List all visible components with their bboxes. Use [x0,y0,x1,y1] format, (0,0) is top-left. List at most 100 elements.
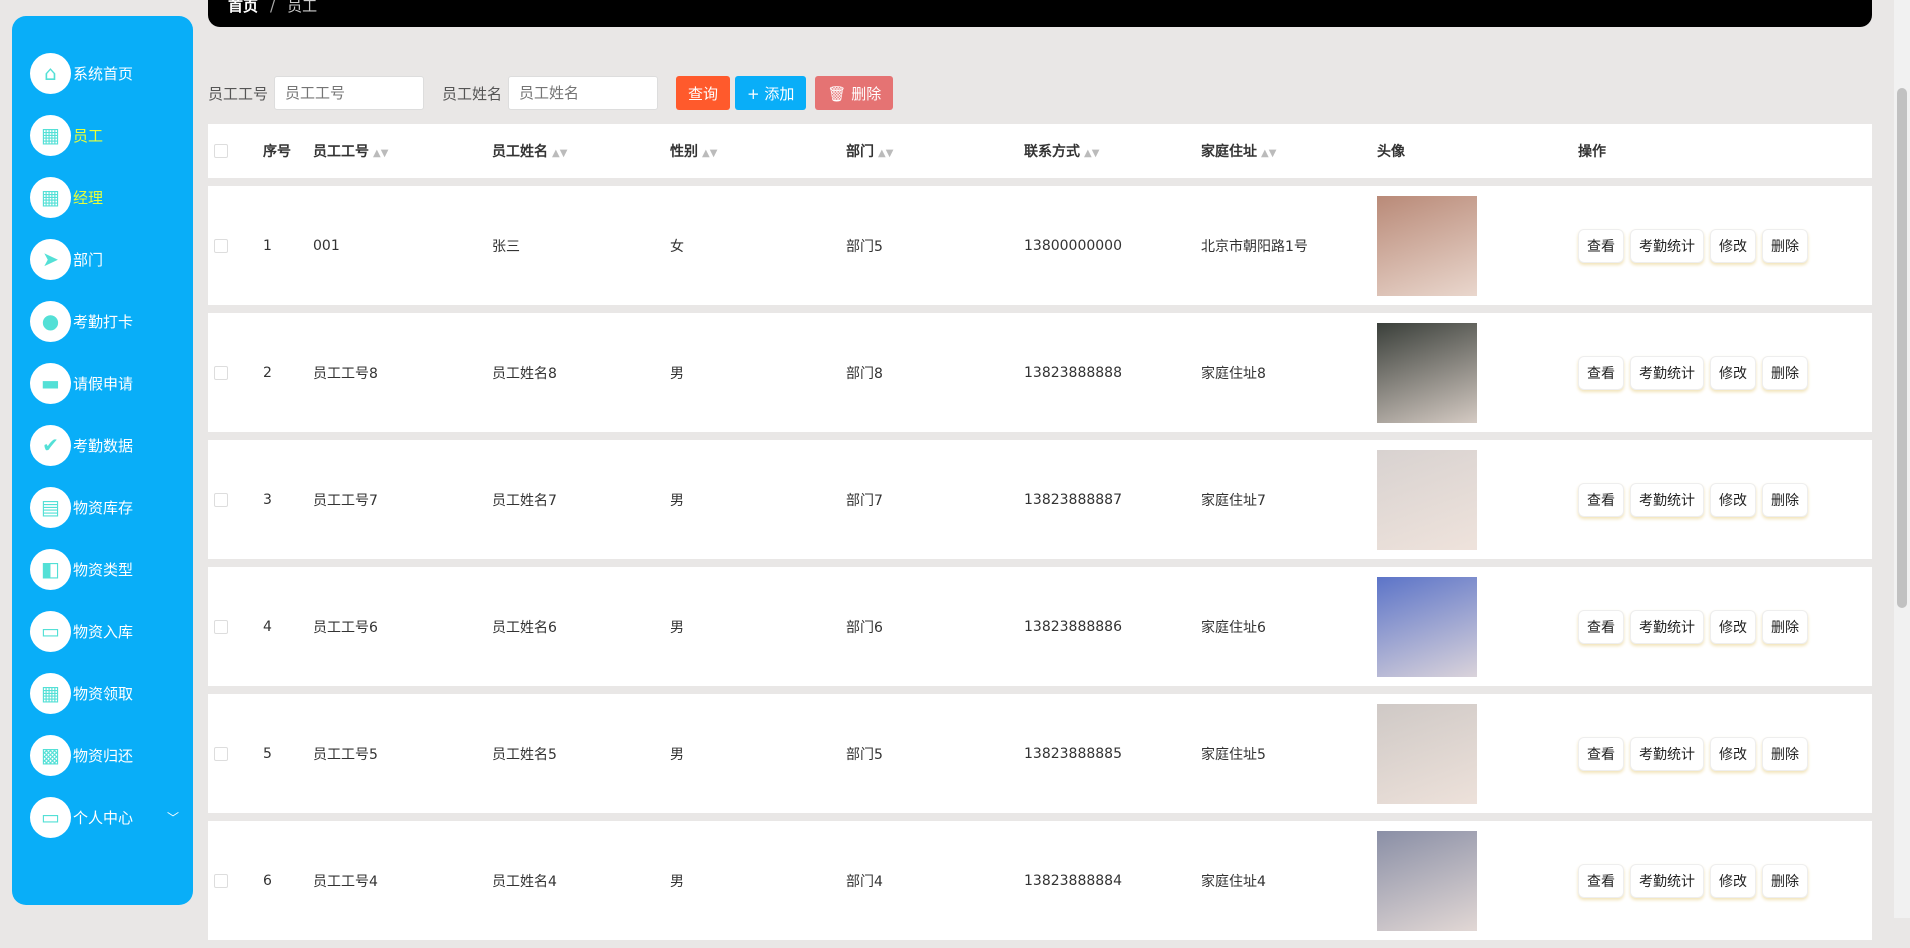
cell-gender: 男 [670,365,684,382]
sidebar-item-label: 物资库存 [73,498,134,517]
cell-gender: 女 [670,238,684,255]
sidebar-item-0[interactable]: ⌂ 系统首页 [12,42,193,104]
view-button[interactable]: 查看 [1578,736,1624,771]
column-header-label: 部门 [846,144,874,160]
attendance-stats-button[interactable]: 考勤统计 [1630,482,1704,517]
sidebar-item-label: 员工 [73,126,104,145]
row-checkbox[interactable] [214,873,228,888]
clipboard-icon: ▤ [30,486,71,528]
select-all-checkbox[interactable] [214,144,228,158]
breadcrumb-current: 员工 [287,0,318,15]
attendance-stats-button[interactable]: 考勤统计 [1630,736,1704,771]
cell-dept: 部门6 [846,619,883,636]
query-button[interactable]: 查询 [676,76,731,110]
delete-button[interactable]: 删除 [1762,482,1808,517]
view-button[interactable]: 查看 [1578,482,1624,517]
row-checkbox[interactable] [214,746,228,761]
column-header[interactable]: 性别 ▲▼ [670,141,717,161]
employee-name-input[interactable] [508,76,659,110]
cell-dept: 部门4 [846,873,883,890]
row-actions: 查看 考勤统计 修改 删除 [1578,736,1808,771]
sidebar-item-6[interactable]: ✔ 考勤数据 [12,414,193,476]
briefcase-icon: ▬ [30,362,71,404]
employee-table: 序号 员工工号 ▲▼ 员工姓名 ▲▼ 性别 ▲▼ 部门 ▲▼ 联系方式 ▲▼ 家庭住址 ▲▼ 头像 操作 1 0… [208,124,1872,948]
row-checkbox[interactable] [214,238,228,253]
sidebar-item-12[interactable]: ▭ 个人中心 ﹀ [12,786,193,848]
sidebar-item-label: 物资类型 [73,560,134,579]
sort-icon[interactable]: ▲▼ [878,148,893,159]
sidebar-item-10[interactable]: ▦ 物资领取 [12,662,193,724]
sidebar-item-8[interactable]: ◧ 物资类型 [12,538,193,600]
column-header-label: 员工工号 [313,144,369,160]
attendance-stats-button[interactable]: 考勤统计 [1630,228,1704,263]
cell-name: 员工姓名4 [492,873,557,890]
sort-icon[interactable]: ▲▼ [373,148,388,159]
edit-button[interactable]: 修改 [1710,736,1756,771]
breadcrumb-home[interactable]: 首页 [228,0,258,15]
sidebar-item-2[interactable]: ▦ 经理 [12,166,193,228]
home-icon: ⌂ [30,52,71,94]
attendance-stats-button[interactable]: 考勤统计 [1630,863,1704,898]
sort-icon[interactable]: ▲▼ [1084,148,1099,159]
sidebar-item-7[interactable]: ▤ 物资库存 [12,476,193,538]
column-header[interactable]: 家庭住址 ▲▼ [1201,141,1276,161]
cell-phone: 13823888888 [1024,364,1122,381]
cell-dept: 部门5 [846,238,883,255]
sidebar-item-5[interactable]: ▬ 请假申请 [12,352,193,414]
sidebar-item-9[interactable]: ▭ 物资入库 [12,600,193,662]
view-button[interactable]: 查看 [1578,228,1624,263]
sort-icon[interactable]: ▲▼ [1261,148,1276,159]
wallet-icon: ◧ [30,548,71,590]
column-header[interactable]: 员工姓名 ▲▼ [492,141,567,161]
edit-button[interactable]: 修改 [1710,863,1756,898]
sidebar-item-label: 考勤数据 [73,436,134,455]
sidebar-item-1[interactable]: ▦ 员工 [12,104,193,166]
sidebar-item-label: 个人中心 [73,808,134,827]
cell-dept: 部门7 [846,492,883,509]
cell-name: 员工姓名5 [492,746,557,763]
avatar-image [1377,703,1477,804]
column-header-label: 性别 [670,144,698,160]
view-button[interactable]: 查看 [1578,863,1624,898]
row-checkbox[interactable] [214,492,228,507]
delete-button[interactable]: 删除 [1762,736,1808,771]
column-header[interactable]: 联系方式 ▲▼ [1024,141,1099,161]
sort-icon[interactable]: ▲▼ [702,148,717,159]
delete-button[interactable]: 删除 [1762,355,1808,390]
employee-id-input[interactable] [274,76,425,110]
cell-phone: 13823888887 [1024,491,1122,508]
delete-button[interactable]: 删除 [1762,609,1808,644]
sidebar-item-11[interactable]: ▩ 物资归还 [12,724,193,786]
delete-button[interactable]: 删除 [1762,228,1808,263]
sort-icon[interactable]: ▲▼ [552,148,567,159]
scrollbar[interactable] [1894,0,1910,918]
attendance-stats-button[interactable]: 考勤统计 [1630,355,1704,390]
cell-no: 2 [263,364,272,381]
column-header[interactable]: 部门 ▲▼ [846,141,893,161]
sidebar-item-label: 系统首页 [73,64,134,83]
grid-icon: ▦ [30,176,71,218]
edit-button[interactable]: 修改 [1710,482,1756,517]
view-button[interactable]: 查看 [1578,609,1624,644]
edit-button[interactable]: 修改 [1710,228,1756,263]
add-button[interactable]: + 添加 [735,76,807,110]
scrollbar-thumb[interactable] [1897,88,1907,608]
row-checkbox[interactable] [214,365,228,380]
cell-id: 员工工号4 [313,873,378,890]
column-header-label: 序号 [263,144,291,160]
column-header[interactable]: 员工工号 ▲▼ [313,141,388,161]
delete-button[interactable]: 🗑 删除 [815,76,894,110]
delete-button[interactable]: 删除 [1762,863,1808,898]
attendance-stats-button[interactable]: 考勤统计 [1630,609,1704,644]
edit-button[interactable]: 修改 [1710,609,1756,644]
cell-no: 3 [263,491,272,508]
breadcrumb: 首页 / 员工 [208,0,1872,27]
cell-dept: 部门5 [846,746,883,763]
edit-button[interactable]: 修改 [1710,355,1756,390]
chevron-down-icon[interactable]: ﹀ [167,809,179,826]
row-checkbox[interactable] [214,619,228,634]
sidebar-item-label: 部门 [73,250,104,269]
sidebar-item-4[interactable]: ● 考勤打卡 [12,290,193,352]
view-button[interactable]: 查看 [1578,355,1624,390]
sidebar-item-3[interactable]: ➤ 部门 [12,228,193,290]
